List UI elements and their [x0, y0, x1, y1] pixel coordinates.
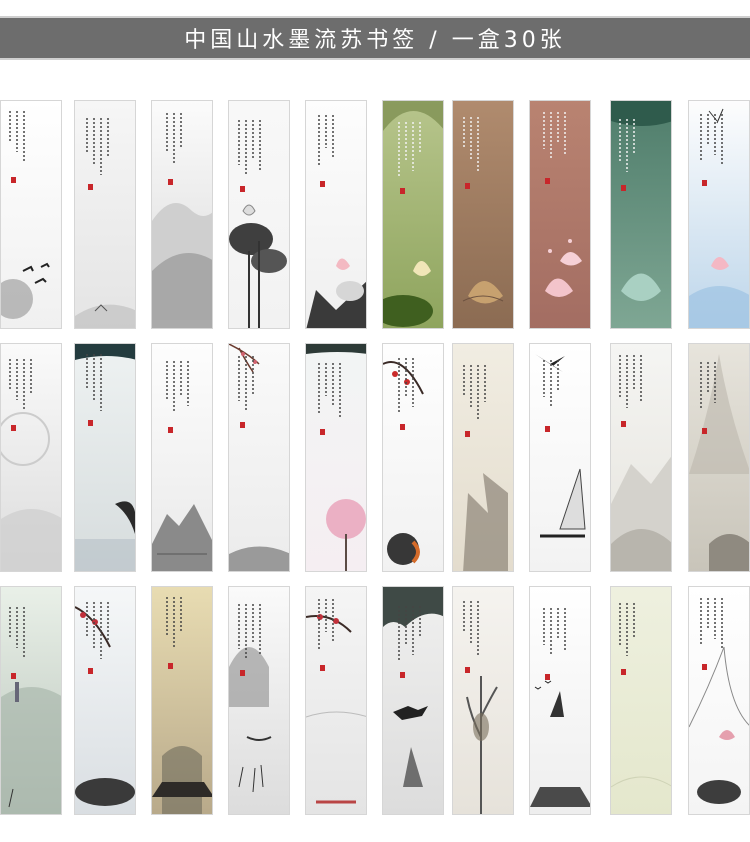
bookmark-poem	[318, 599, 334, 649]
bookmark-green-lotus	[382, 100, 444, 329]
bookmark-pink-tree	[305, 343, 367, 572]
bookmark-poem	[700, 114, 723, 166]
bookmark-peach-lotus	[529, 100, 591, 329]
seal-mark	[88, 184, 93, 190]
bookmark-poem	[9, 111, 25, 163]
bookmark-ink-mist	[74, 100, 136, 329]
seal-mark	[240, 670, 245, 676]
seal-mark	[240, 186, 245, 192]
seal-mark	[465, 183, 470, 189]
bookmark-lotus-ink	[228, 100, 290, 329]
bookmark-poem	[238, 356, 254, 412]
bookmark-blue-blossom	[688, 100, 750, 329]
bookmark-poem	[619, 603, 635, 656]
bookmark-poem	[463, 601, 479, 655]
bookmark-boat-wave	[74, 343, 136, 572]
bookmark-poem	[398, 358, 414, 413]
bookmark-painting	[306, 587, 366, 814]
bookmark-red-plum	[382, 343, 444, 572]
seal-mark	[400, 188, 405, 194]
bookmark-painting	[530, 344, 590, 571]
seal-mark	[320, 665, 325, 671]
seal-mark	[621, 669, 626, 675]
seal-mark	[702, 180, 707, 186]
bookmark-fisherman	[228, 586, 290, 815]
seal-mark	[621, 421, 626, 427]
seal-mark	[545, 426, 550, 432]
bookmark-pale-green	[610, 586, 672, 815]
bookmark-pine-horse	[382, 586, 444, 815]
bookmark-plum-lotus	[74, 586, 136, 815]
seal-mark	[702, 664, 707, 670]
bookmark-lotus-sketch	[688, 586, 750, 815]
bookmark-brown-lotus	[452, 100, 514, 329]
bookmark-painting	[75, 344, 135, 571]
bookmark-poem	[86, 118, 109, 175]
bookmark-eagle-sail	[529, 343, 591, 572]
bookmark-plum-cliff	[228, 343, 290, 572]
bookmark-poem	[166, 361, 189, 412]
bookmark-grid	[0, 0, 750, 842]
seal-mark	[88, 668, 93, 674]
bookmark-poem	[543, 608, 566, 656]
bookmark-poem	[700, 362, 716, 409]
bookmark-poem	[619, 355, 642, 408]
seal-mark	[11, 673, 16, 679]
bookmark-painting	[152, 587, 212, 814]
bookmark-poem	[86, 602, 109, 659]
bookmark-poem	[238, 604, 261, 660]
bookmark-painting	[306, 101, 366, 328]
bookmark-poem	[398, 606, 421, 661]
bookmark-poem	[463, 117, 479, 171]
bookmark-poem	[398, 122, 421, 177]
bookmark-tree	[452, 586, 514, 815]
bookmark-poem	[86, 354, 102, 411]
bookmark-circle-mist	[0, 343, 62, 572]
seal-mark	[702, 428, 707, 434]
bookmark-plum-mist	[305, 586, 367, 815]
seal-mark	[465, 431, 470, 437]
seal-mark	[400, 424, 405, 430]
bookmark-poem	[166, 113, 182, 164]
seal-mark	[168, 179, 173, 185]
bookmark-painting	[152, 101, 212, 328]
bookmark-poem	[543, 112, 566, 160]
seal-mark	[88, 420, 93, 426]
seal-mark	[168, 427, 173, 433]
bookmark-poem	[238, 120, 261, 176]
bookmark-mountains	[151, 100, 213, 329]
bookmark-poem	[318, 363, 341, 418]
seal-mark	[240, 422, 245, 428]
bookmark-landscape	[151, 343, 213, 572]
bookmark-poem	[700, 598, 723, 650]
bookmark-poem	[9, 359, 32, 411]
bookmark-poem	[463, 365, 486, 419]
bookmark-poem	[543, 360, 559, 408]
bookmark-pale-mountain	[610, 343, 672, 572]
seal-mark	[11, 425, 16, 431]
bookmark-teal-lotus	[610, 100, 672, 329]
bookmark-lotus-rock	[305, 100, 367, 329]
seal-mark	[545, 674, 550, 680]
seal-mark	[400, 672, 405, 678]
bookmark-lake-boat	[0, 586, 62, 815]
seal-mark	[320, 429, 325, 435]
bookmark-poem	[619, 119, 635, 172]
bookmark-birds-sail	[529, 586, 591, 815]
seal-mark	[11, 177, 16, 183]
bookmark-cliff	[452, 343, 514, 572]
bookmark-painting	[689, 344, 749, 571]
bookmark-poem	[166, 597, 182, 648]
seal-mark	[465, 667, 470, 673]
seal-mark	[168, 663, 173, 669]
bookmark-plain-crane	[0, 100, 62, 329]
bookmark-poem	[318, 115, 334, 165]
seal-mark	[320, 181, 325, 187]
bookmark-grey-pine	[688, 343, 750, 572]
bookmark-gold-lotus	[151, 586, 213, 815]
seal-mark	[621, 185, 626, 191]
seal-mark	[545, 178, 550, 184]
bookmark-poem	[9, 607, 25, 659]
